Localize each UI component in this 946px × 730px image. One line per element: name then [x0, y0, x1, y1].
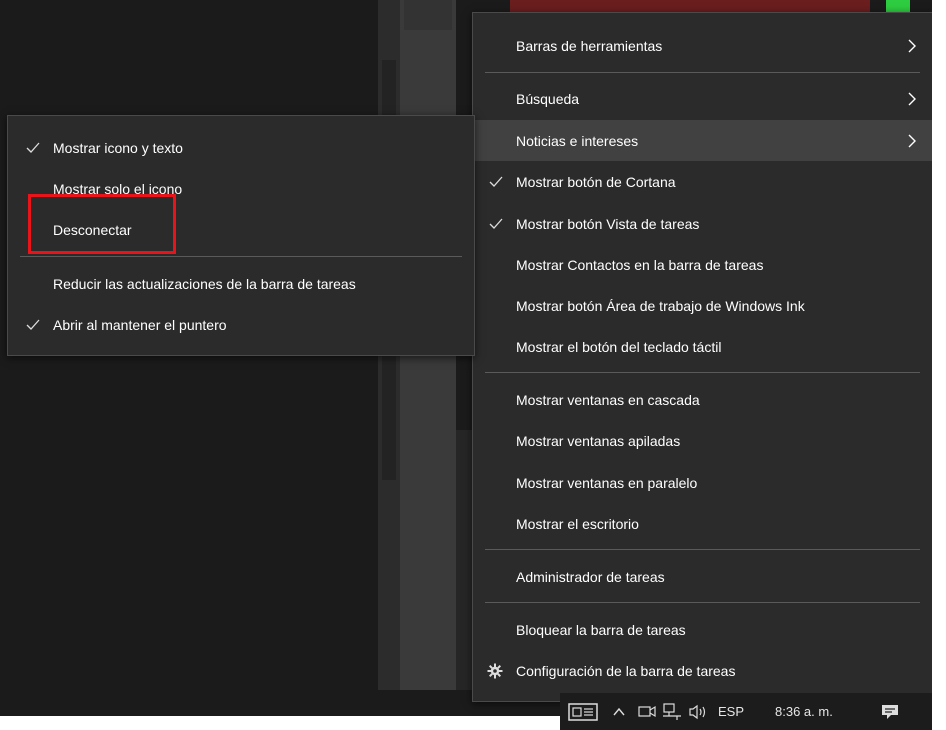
- menu-item-show-touch-keyboard-button[interactable]: Mostrar el botón del teclado táctil: [473, 326, 932, 367]
- submenu-item-open-on-hover[interactable]: Abrir al mantener el puntero: [8, 304, 474, 345]
- menu-separator: [485, 602, 920, 603]
- notification-icon[interactable]: [880, 693, 900, 730]
- menu-item-news-and-interests[interactable]: Noticias e intereses: [473, 120, 932, 161]
- menu-item-label: Mostrar ventanas en cascada: [516, 391, 700, 408]
- menu-item-label: Bloquear la barra de tareas: [516, 621, 686, 638]
- menu-item-toolbars[interactable]: Barras de herramientas: [473, 25, 932, 66]
- menu-separator: [485, 549, 920, 550]
- submenu-item-label: Mostrar icono y texto: [53, 139, 183, 156]
- menu-item-label: Mostrar ventanas apiladas: [516, 432, 681, 449]
- menu-item-show-windows-ink-button[interactable]: Mostrar botón Área de trabajo de Windows…: [473, 285, 932, 326]
- highlight-annotation-box: [28, 194, 176, 254]
- screenshot-margin: [932, 0, 946, 730]
- clock[interactable]: 8:36 a. m.: [775, 693, 833, 730]
- system-tray: ESP 8:36 a. m.: [560, 693, 932, 730]
- menu-item-label: Búsqueda: [516, 90, 580, 107]
- background-status-indicator: [886, 0, 910, 12]
- menu-item-show-cortana-button[interactable]: Mostrar botón de Cortana: [473, 161, 932, 202]
- menu-item-label: Mostrar ventanas en paralelo: [516, 474, 698, 491]
- checkmark-icon: [26, 319, 40, 330]
- menu-separator: [20, 256, 462, 257]
- chevron-right-icon: [908, 39, 916, 52]
- menu-item-label: Mostrar Contactos en la barra de tareas: [516, 256, 764, 273]
- menu-separator: [485, 372, 920, 373]
- menu-item-label: Configuración de la barra de tareas: [516, 662, 736, 679]
- menu-item-cascade-windows[interactable]: Mostrar ventanas en cascada: [473, 379, 932, 420]
- menu-item-label: Mostrar el botón del teclado táctil: [516, 338, 722, 355]
- menu-item-show-contacts[interactable]: Mostrar Contactos en la barra de tareas: [473, 244, 932, 285]
- menu-item-side-by-side-windows[interactable]: Mostrar ventanas en paralelo: [473, 462, 932, 503]
- language-indicator[interactable]: ESP: [718, 693, 744, 730]
- menu-item-label: Administrador de tareas: [516, 568, 665, 585]
- menu-item-show-task-view-button[interactable]: Mostrar botón Vista de tareas: [473, 203, 932, 244]
- volume-icon[interactable]: [688, 693, 710, 730]
- taskbar-context-menu: Barras de herramientas Búsqueda Noticias…: [472, 12, 933, 702]
- chevron-up-icon[interactable]: [612, 693, 626, 730]
- menu-item-label: Mostrar botón de Cortana: [516, 173, 676, 190]
- checkmark-icon: [489, 176, 503, 187]
- background-window-titlebar: [510, 0, 870, 12]
- checkmark-icon: [489, 218, 503, 229]
- menu-item-label: Mostrar botón Área de trabajo de Windows…: [516, 297, 805, 314]
- menu-item-label: Barras de herramientas: [516, 37, 663, 54]
- chevron-right-icon: [908, 92, 916, 105]
- submenu-item-label: Reducir las actualizaciones de la barra …: [53, 275, 356, 292]
- menu-item-task-manager[interactable]: Administrador de tareas: [473, 556, 932, 597]
- menu-item-stacked-windows[interactable]: Mostrar ventanas apiladas: [473, 420, 932, 461]
- screenshot-margin: [0, 716, 560, 730]
- menu-item-label: Mostrar el escritorio: [516, 515, 639, 532]
- menu-item-label: Mostrar botón Vista de tareas: [516, 215, 700, 232]
- submenu-item-reduce-taskbar-updates[interactable]: Reducir las actualizaciones de la barra …: [8, 263, 474, 304]
- menu-item-label: Noticias e intereses: [516, 132, 639, 149]
- menu-item-search[interactable]: Búsqueda: [473, 78, 932, 119]
- menu-item-taskbar-settings[interactable]: Configuración de la barra de tareas: [473, 650, 932, 691]
- checkmark-icon: [26, 142, 40, 153]
- meet-now-icon[interactable]: [638, 693, 656, 730]
- gear-icon: [487, 663, 503, 678]
- chevron-right-icon: [908, 134, 916, 147]
- background-window-header: [404, 0, 452, 30]
- news-widget-icon[interactable]: [568, 693, 598, 730]
- network-icon[interactable]: [662, 693, 682, 730]
- submenu-item-show-icon-and-text[interactable]: Mostrar icono y texto: [8, 127, 474, 168]
- menu-separator: [485, 72, 920, 73]
- submenu-item-label: Abrir al mantener el puntero: [53, 316, 227, 333]
- background-window-sidepanel: [456, 430, 472, 690]
- menu-item-lock-taskbar[interactable]: Bloquear la barra de tareas: [473, 609, 932, 650]
- menu-item-show-desktop[interactable]: Mostrar el escritorio: [473, 503, 932, 544]
